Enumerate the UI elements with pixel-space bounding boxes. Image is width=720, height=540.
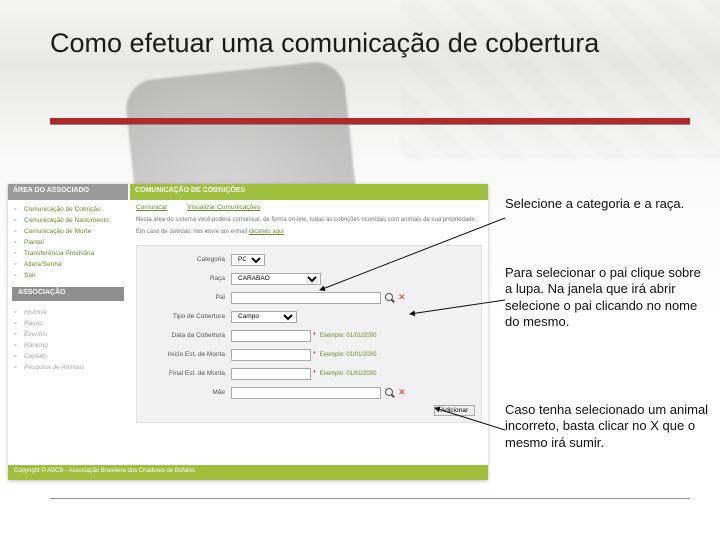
annotation-3: Caso tenha selecionado um animal incorre… (505, 402, 710, 451)
sidebar-item[interactable]: Contato (14, 351, 128, 362)
title-block: Como efetuar uma comunicação de cobertur… (50, 28, 690, 59)
annotation-1: Selecione a categoria e a raça. (505, 196, 705, 212)
tabs: Comunicar Visualizar Comunicações (136, 204, 482, 211)
label-raca: Raça (143, 275, 231, 282)
form: Categoria PO Raça CARABAO Pai ✕ Tipo de … (136, 245, 482, 423)
sidebar-item[interactable]: Sair (14, 270, 128, 281)
sidebar-item[interactable]: Altera Senha (14, 259, 128, 270)
example-text: Exemplo: 01/01/2000 (320, 352, 377, 358)
example-text: Exemplo: 01/01/2000 (320, 371, 377, 377)
sidebar-item[interactable]: Raças (14, 318, 128, 329)
tab-comunicar[interactable]: Comunicar (136, 204, 167, 211)
sidebar-item[interactable]: Comunicação de Morte (14, 226, 128, 237)
sidebar-item[interactable]: Ranking (14, 340, 128, 351)
shot-footer: Copyright © ABCB - Associação Brasileira… (8, 465, 488, 480)
label-mae: Mãe (143, 389, 231, 396)
input-final[interactable] (231, 368, 311, 380)
label-final: Final Est. de Monta (143, 370, 231, 377)
required-star: * (313, 370, 316, 377)
hint-prefix: Em caso de dúvidas, nos envie um e-mail (136, 229, 249, 235)
select-raca[interactable]: CARABAO (231, 273, 321, 285)
tab-visualizar[interactable]: Visualizar Comunicações (187, 204, 260, 211)
label-data: Data da Cobertura (143, 332, 231, 339)
hint-text: Em caso de dúvidas, nos envie um e-mail … (136, 229, 482, 235)
search-icon[interactable] (385, 293, 395, 303)
shot-sidebar: Comunicação de Cobrição Comunicação de N… (8, 200, 128, 480)
adicionar-button[interactable]: Adicionar (434, 405, 475, 416)
sidebar-assoc-label: ASSOCIAÇÃO (12, 287, 124, 301)
intro-text: Nesta área do sistema você poderá comuni… (136, 217, 482, 225)
sidebar-item[interactable]: Comunicação de Nascimento (14, 215, 128, 226)
close-icon[interactable]: ✕ (398, 387, 406, 398)
embedded-screenshot: ÁREA DO ASSOCIADO COMUNICAÇÃO DE COBRIÇÕ… (8, 184, 488, 480)
sidebar-item[interactable]: História (14, 307, 128, 318)
shot-header-assoc: ÁREA DO ASSOCIADO (8, 184, 128, 200)
sidebar-item[interactable]: Eventos (14, 329, 128, 340)
label-inicio: Início Est. de Monta (143, 351, 231, 358)
shot-header-main: COMUNICAÇÃO DE COBRIÇÕES (130, 184, 488, 200)
required-star: * (313, 332, 316, 339)
title-rule-thin (50, 124, 690, 125)
input-inicio[interactable] (231, 349, 311, 361)
label-pai: Pai (143, 294, 231, 301)
label-tipo: Tipo de Cobertura (143, 313, 231, 320)
label-categoria: Categoria (143, 256, 231, 263)
select-tipo[interactable]: Campo (231, 311, 297, 323)
annotation-2: Para selecionar o pai clique sobre a lup… (505, 265, 710, 330)
select-categoria[interactable]: PO (231, 254, 265, 266)
search-icon[interactable] (385, 388, 395, 398)
shot-main: Comunicar Visualizar Comunicações Nesta … (130, 200, 488, 464)
sidebar-item[interactable]: Plantel (14, 237, 128, 248)
sidebar-item[interactable]: Pesquisa de Animais (14, 362, 128, 373)
bg-keyboard-decor (400, 0, 720, 160)
required-star: * (313, 351, 316, 358)
input-mae[interactable] (231, 387, 381, 399)
close-icon[interactable]: ✕ (398, 292, 406, 303)
input-pai[interactable] (231, 292, 381, 304)
slide-title: Como efetuar uma comunicação de cobertur… (50, 28, 690, 59)
sidebar-item[interactable]: Comunicação de Cobrição (14, 204, 128, 215)
hint-link[interactable]: clicando aqui (249, 229, 284, 235)
example-text: Exemplo: 01/01/2000 (320, 333, 377, 339)
input-data[interactable] (231, 330, 311, 342)
sidebar-item[interactable]: Transferência Provisória (14, 248, 128, 259)
bottom-rule (50, 498, 690, 499)
